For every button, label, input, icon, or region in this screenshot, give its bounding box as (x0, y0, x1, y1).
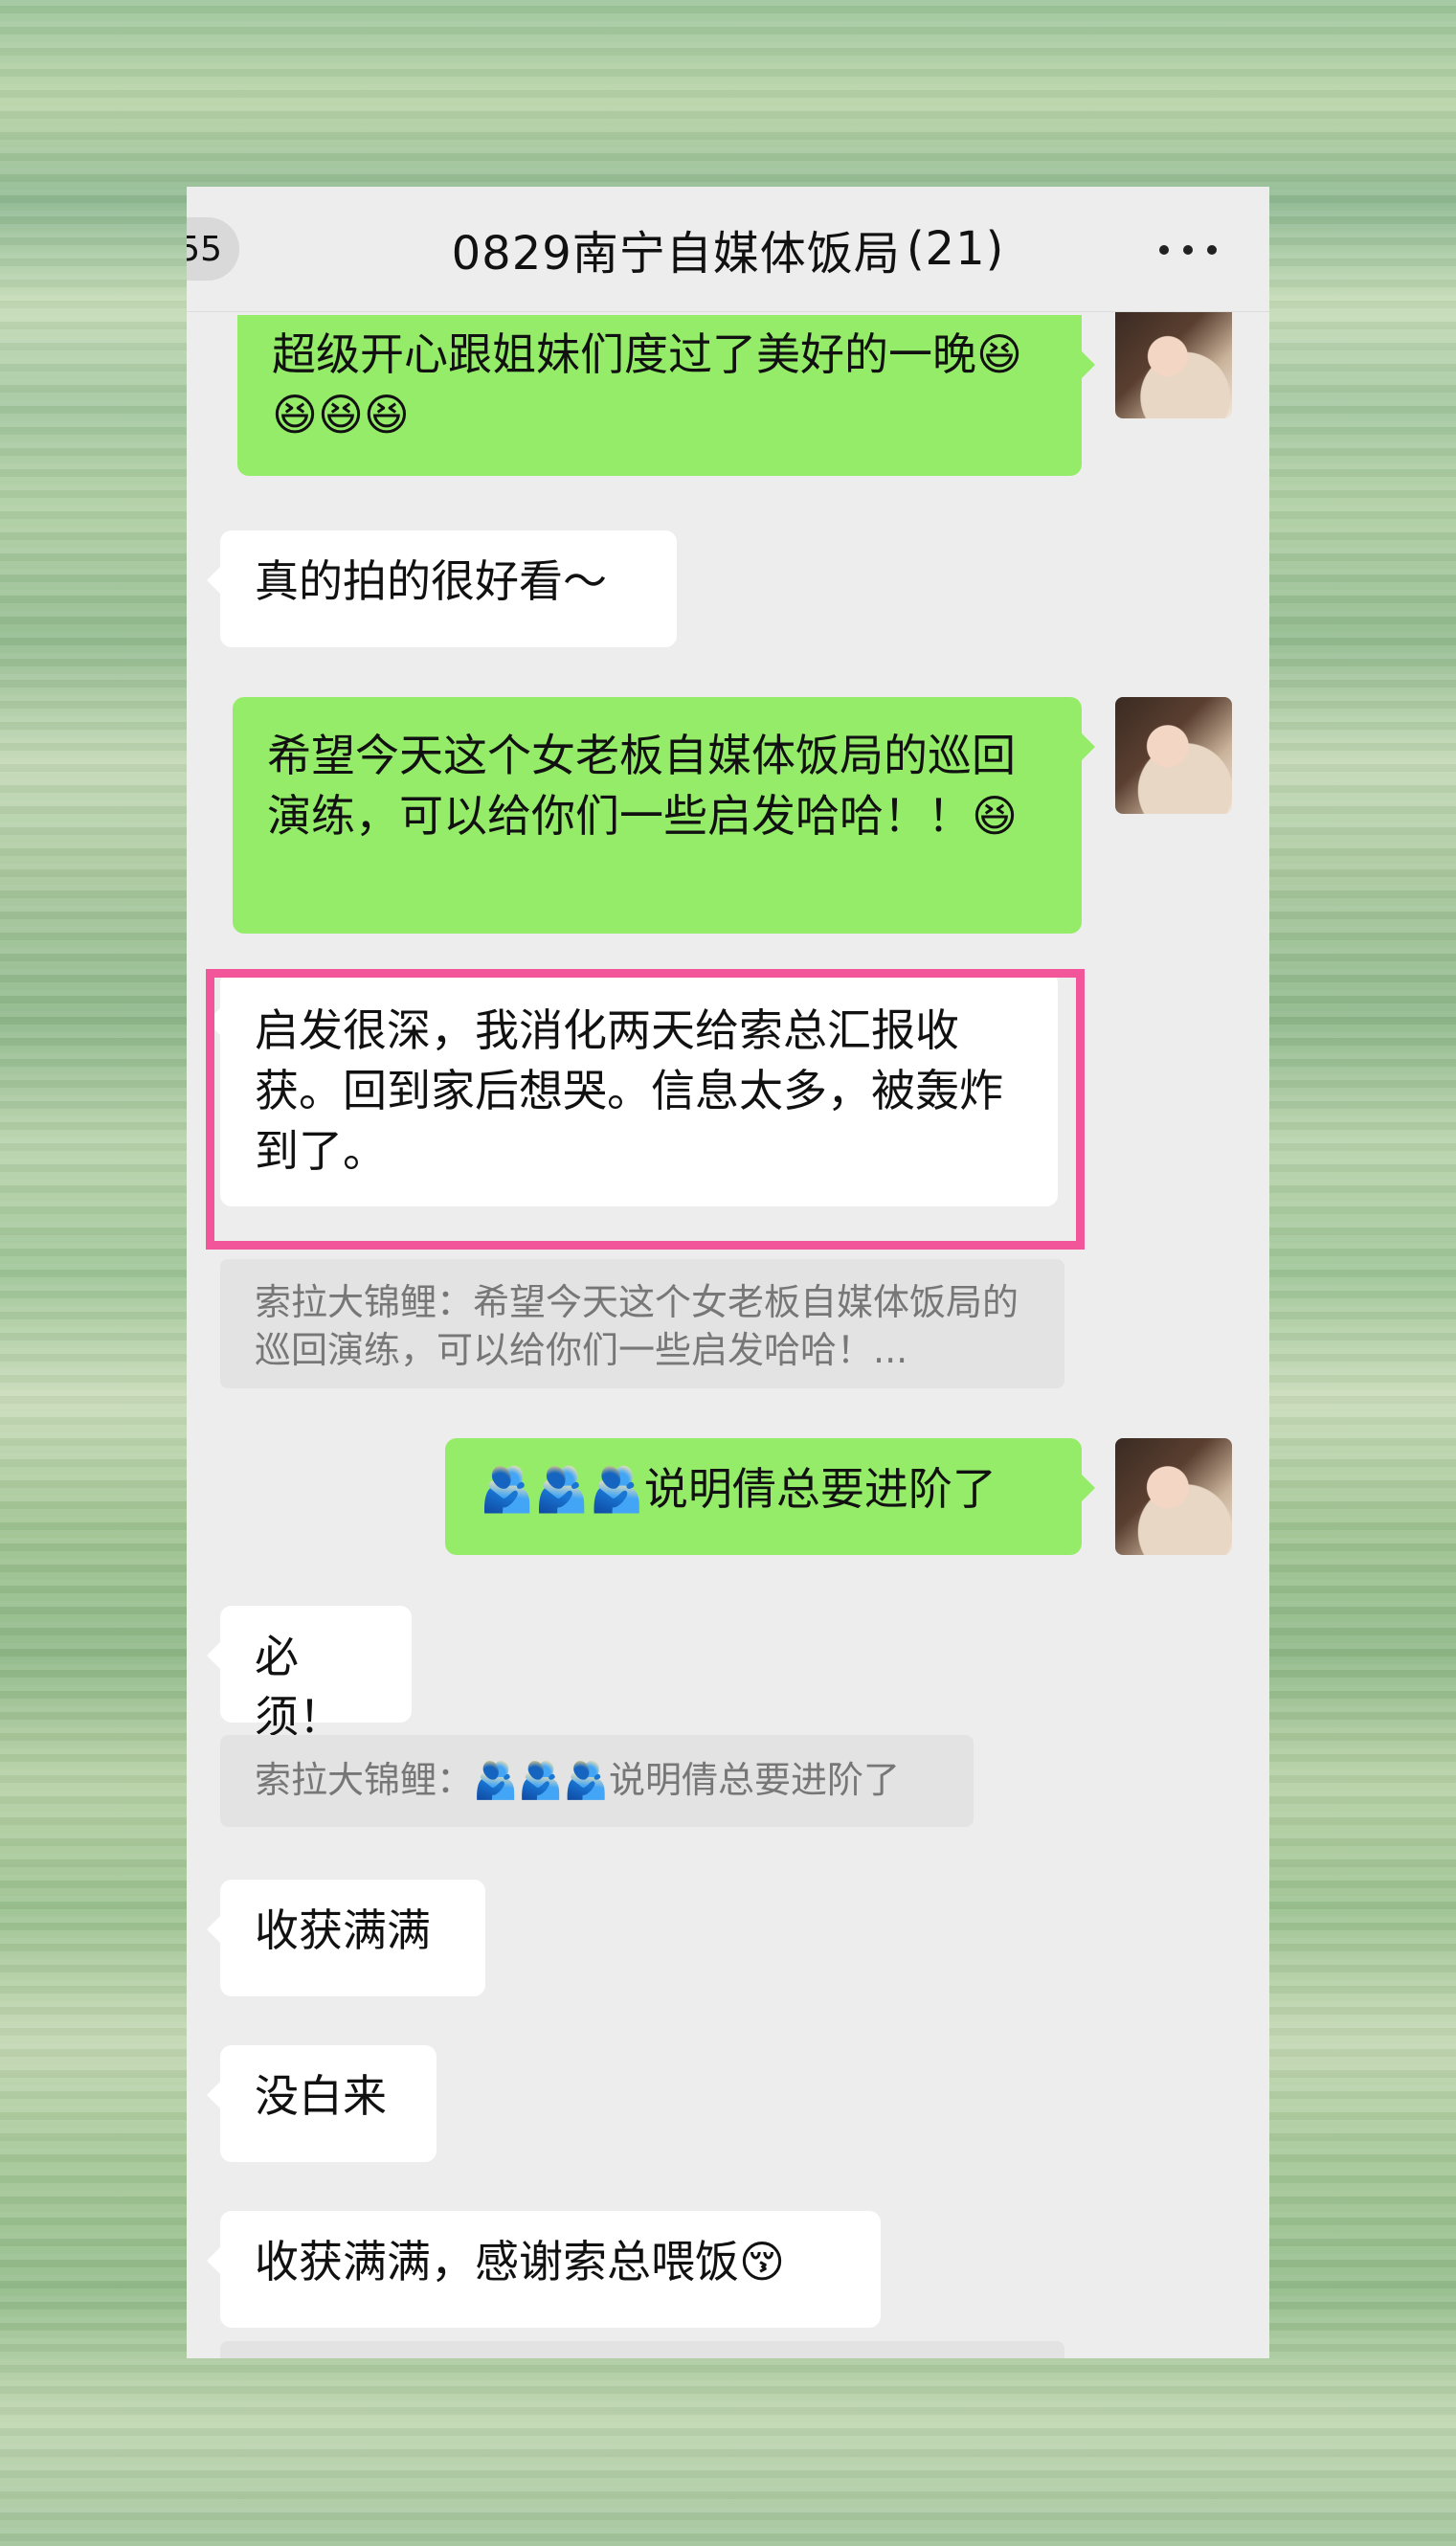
avatar[interactable] (1115, 697, 1232, 814)
group-name: 0829南宁自媒体饭局 (451, 227, 901, 281)
avatar[interactable] (1115, 311, 1232, 418)
chat-screen: 55 0829南宁自媒体饭局 (21) 超级开心跟姐妹们度过了美好的一晚😆😆😆😆… (187, 187, 1269, 2358)
quoted-reply[interactable]: 索拉大锦鲤：🫂🫂🫂说明倩总要进阶了 (220, 1735, 974, 1827)
message-text: 希望今天这个女老板自媒体饭局的巡回演练，可以给你们一些启发哈哈！！😆 (267, 730, 1018, 842)
quote-text: 索拉大锦鲤：🫂🫂🫂说明倩总要进阶了 (255, 1759, 900, 1801)
more-dots-icon[interactable] (1159, 231, 1217, 269)
chat-title: 0829南宁自媒体饭局 (21) (187, 187, 1269, 311)
message-text: 超级开心跟姐妹们度过了美好的一晚😆😆😆😆 (272, 328, 1022, 440)
message-text: 🫂🫂🫂说明倩总要进阶了 (480, 1463, 997, 1515)
message-bubble-incoming[interactable]: 真的拍的很好看～ (207, 530, 677, 647)
avatar[interactable] (1115, 1438, 1232, 1555)
message-text: 收获满满 (255, 1904, 431, 1956)
message-text: 真的拍的很好看～ (255, 555, 607, 607)
message-text: 没白来 (255, 2070, 387, 2122)
message-bubble-outgoing[interactable]: 🫂🫂🫂说明倩总要进阶了 (445, 1438, 1095, 1555)
quoted-reply-partial (220, 2341, 1064, 2358)
message-bubble-incoming[interactable]: 没白来 (207, 2045, 437, 2162)
message-text: 收获满满，感谢索总喂饭😚 (255, 2236, 785, 2287)
message-text: 必须！ (255, 1631, 343, 1743)
quote-text: 索拉大锦鲤：希望今天这个女老板自媒体饭局的巡回演练，可以给你们一些启发哈哈！..… (255, 1281, 1019, 1371)
chat-header: 55 0829南宁自媒体饭局 (21) (187, 187, 1269, 312)
highlight-frame (206, 969, 1085, 1250)
message-bubble-incoming[interactable]: 收获满满 (207, 1880, 485, 1996)
message-bubble-incoming[interactable]: 收获满满，感谢索总喂饭😚 (207, 2211, 881, 2328)
message-bubble-outgoing[interactable]: 超级开心跟姐妹们度过了美好的一晚😆😆😆😆 (237, 315, 1095, 476)
message-bubble-incoming[interactable]: 必须！ (207, 1606, 412, 1743)
member-count: (21) (906, 222, 1005, 276)
quoted-reply[interactable]: 索拉大锦鲤：希望今天这个女老板自媒体饭局的巡回演练，可以给你们一些启发哈哈！..… (220, 1259, 1064, 1388)
message-bubble-outgoing[interactable]: 希望今天这个女老板自媒体饭局的巡回演练，可以给你们一些启发哈哈！！😆 (233, 697, 1095, 934)
